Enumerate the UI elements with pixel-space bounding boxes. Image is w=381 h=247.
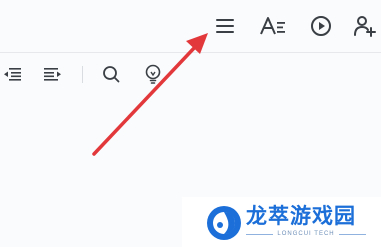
watermark-subtitle-row: LONGCUI TECH: [246, 231, 367, 237]
play-circle-icon: [311, 16, 331, 36]
watermark-subtitle: LONGCUI TECH: [277, 231, 335, 237]
watermark-rule-left: [246, 233, 274, 235]
add-user-icon: [354, 16, 376, 37]
lightbulb-icon: [145, 64, 161, 84]
brand-logo-icon: [207, 206, 241, 240]
watermark-rule-right: [338, 233, 367, 235]
app-window: 龙萃游戏园 LONGCUI TECH: [0, 0, 381, 247]
idea-button[interactable]: [143, 63, 163, 85]
play-button[interactable]: [309, 14, 333, 38]
indent-button[interactable]: [43, 65, 63, 83]
watermark-title: 龙萃游戏园: [246, 204, 356, 228]
header-divider: [0, 52, 381, 53]
menu-button[interactable]: [213, 15, 237, 37]
outdent-button[interactable]: [2, 65, 22, 83]
indent-icon: [44, 68, 61, 81]
toolbar-separator: [82, 66, 83, 83]
outdent-icon: [4, 68, 21, 81]
watermark: 龙萃游戏园 LONGCUI TECH: [182, 197, 381, 247]
text-format-icon: [260, 17, 285, 35]
menu-icon: [216, 19, 234, 33]
top-bar: [0, 0, 381, 52]
search-icon: [103, 66, 120, 83]
text-format-button[interactable]: [259, 14, 287, 38]
search-button[interactable]: [101, 64, 121, 84]
add-user-button[interactable]: [352, 14, 378, 38]
